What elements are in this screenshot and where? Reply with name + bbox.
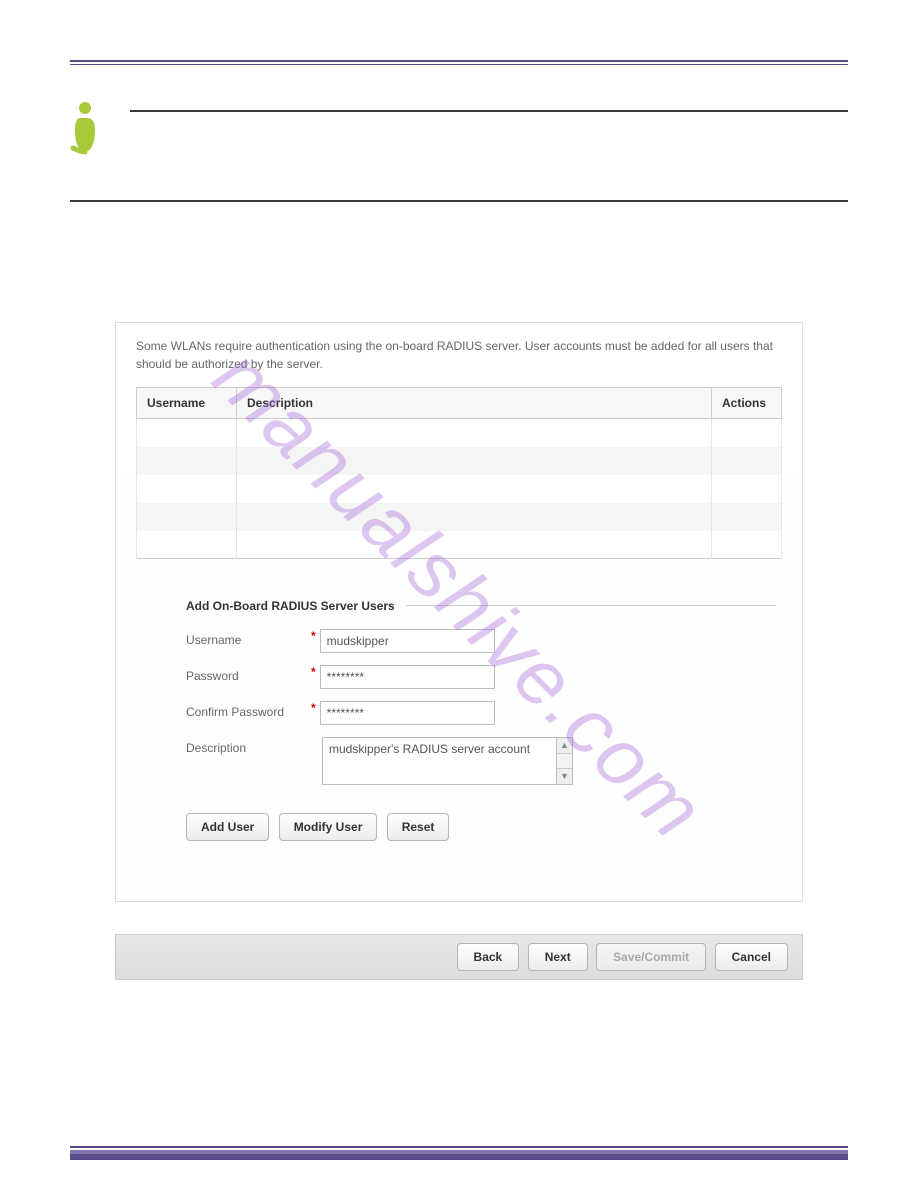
page-footer-rule bbox=[70, 1146, 848, 1160]
description-textarea[interactable] bbox=[322, 737, 557, 785]
form-title: Add On-Board RADIUS Server Users bbox=[186, 599, 782, 613]
panel-intro-text: Some WLANs require authentication using … bbox=[136, 337, 782, 373]
add-user-form: Add On-Board RADIUS Server Users Usernam… bbox=[186, 599, 782, 841]
header-rule-top bbox=[70, 60, 848, 62]
confirm-password-input[interactable] bbox=[320, 701, 495, 725]
col-username: Username bbox=[137, 388, 237, 419]
form-title-rule bbox=[406, 605, 776, 606]
form-title-text: Add On-Board RADIUS Server Users bbox=[186, 599, 395, 613]
info-icon bbox=[65, 100, 105, 155]
required-marker: * bbox=[311, 701, 316, 715]
cancel-button[interactable]: Cancel bbox=[715, 943, 788, 971]
table-row bbox=[137, 503, 782, 531]
table-row bbox=[137, 419, 782, 447]
reset-button[interactable]: Reset bbox=[387, 813, 450, 841]
back-button[interactable]: Back bbox=[457, 943, 520, 971]
username-label: Username bbox=[186, 629, 311, 647]
required-marker: * bbox=[311, 629, 316, 643]
textarea-scroll: ▲ ▼ bbox=[557, 737, 573, 785]
password-label: Password bbox=[186, 665, 311, 683]
scroll-up-icon[interactable]: ▲ bbox=[557, 738, 572, 754]
scroll-down-icon[interactable]: ▼ bbox=[557, 768, 572, 784]
scroll-track[interactable] bbox=[557, 754, 572, 768]
save-commit-button: Save/Commit bbox=[596, 943, 706, 971]
description-label: Description bbox=[186, 737, 311, 755]
confirm-password-label: Confirm Password bbox=[186, 701, 311, 719]
table-row bbox=[137, 531, 782, 559]
next-button[interactable]: Next bbox=[528, 943, 588, 971]
password-input[interactable] bbox=[320, 665, 495, 689]
wizard-footer: Back Next Save/Commit Cancel bbox=[115, 934, 803, 980]
info-callout bbox=[70, 110, 848, 202]
col-description: Description bbox=[237, 388, 712, 419]
table-row bbox=[137, 447, 782, 475]
table-row bbox=[137, 475, 782, 503]
modify-user-button[interactable]: Modify User bbox=[279, 813, 378, 841]
required-marker: * bbox=[311, 665, 316, 679]
users-table: Username Description Actions bbox=[136, 387, 782, 559]
add-user-button[interactable]: Add User bbox=[186, 813, 269, 841]
col-actions: Actions bbox=[712, 388, 782, 419]
radius-panel: Some WLANs require authentication using … bbox=[115, 322, 803, 902]
username-input[interactable] bbox=[320, 629, 495, 653]
header-rule-bottom bbox=[70, 64, 848, 65]
